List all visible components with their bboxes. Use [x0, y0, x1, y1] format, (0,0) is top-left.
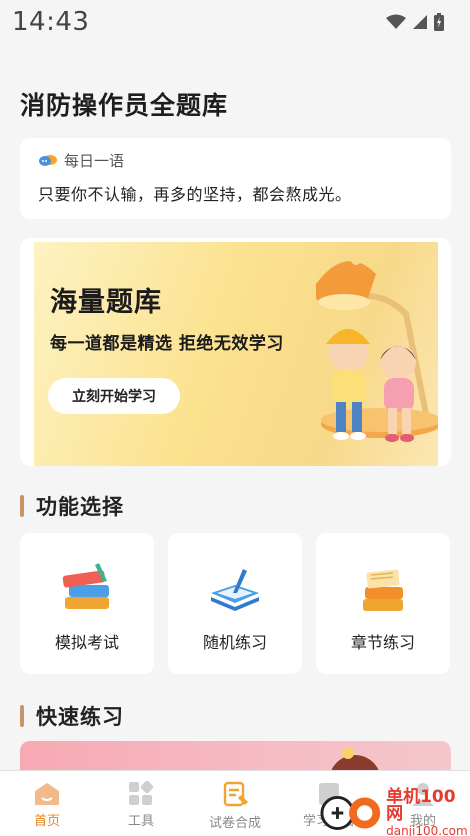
tab-exam-compose[interactable]: 试卷合成	[188, 781, 282, 831]
features-heading: 功能选择	[36, 495, 124, 519]
quick-practice-heading: 快速练习	[36, 705, 124, 729]
chapter-books-icon	[363, 569, 403, 611]
status-time: 14:43	[12, 7, 90, 37]
tab-home[interactable]: 首页	[0, 781, 94, 829]
chapter-practice-label: 章节练习	[350, 633, 415, 652]
grid-icon	[129, 781, 154, 805]
mock-exam-card[interactable]: 模拟考试	[20, 533, 154, 674]
kids-reading-illustration	[316, 255, 438, 442]
daily-quote-header: 每日一语	[38, 150, 433, 171]
watermark-text: 单机100网 danji100.com	[386, 789, 470, 836]
status-icons	[386, 13, 444, 31]
features-section-heading: 功能选择	[20, 491, 124, 521]
random-practice-card[interactable]: 随机练习	[168, 533, 302, 674]
chapter-practice-card[interactable]: 章节练习	[316, 533, 450, 674]
battery-icon	[434, 13, 444, 31]
daily-quote-heading: 每日一语	[64, 152, 125, 170]
start-learning-button[interactable]: 立刻开始学习	[48, 378, 180, 414]
tab-tools[interactable]: 工具	[94, 781, 188, 829]
watermark-main: 单机100网	[386, 787, 456, 824]
promo-banner[interactable]: 海量题库 每一道都是精选 拒绝无效学习 立刻开始学习	[20, 238, 451, 466]
home-icon	[35, 783, 59, 805]
page-title: 消防操作员全题库	[20, 91, 229, 120]
quick-practice-section-heading: 快速练习	[20, 701, 124, 731]
wifi-icon	[386, 14, 406, 29]
books-stack-icon	[62, 563, 109, 609]
random-practice-label: 随机练习	[202, 633, 267, 652]
mock-exam-label: 模拟考试	[54, 633, 119, 652]
section-accent-bar	[20, 495, 24, 517]
exam-paper-icon	[223, 781, 248, 807]
watermark-logo-icon	[320, 796, 381, 830]
watermark-sub: danji100.com	[386, 824, 468, 836]
promo-banner-image: 海量题库 每一道都是精选 拒绝无效学习 立刻开始学习	[34, 242, 438, 466]
tab-tools-label: 工具	[127, 814, 154, 829]
tab-home-label: 首页	[33, 814, 60, 829]
speech-bubble-icon	[39, 154, 57, 166]
banner-title: 海量题库	[50, 287, 162, 318]
tab-exam-compose-label: 试卷合成	[208, 816, 261, 831]
signal-icon	[413, 15, 427, 29]
banner-subtitle: 每一道都是精选 拒绝无效学习	[50, 334, 284, 354]
watermark: 单机100网 danji100.com	[320, 789, 470, 836]
daily-quote-text: 只要你不认输，再多的坚持，都会熬成光。	[38, 185, 352, 204]
notebook-pen-icon	[211, 569, 259, 611]
section-accent-bar	[20, 705, 24, 727]
status-bar: 14:43	[0, 0, 470, 44]
daily-quote-card: 每日一语 只要你不认输，再多的坚持，都会熬成光。	[20, 138, 451, 219]
